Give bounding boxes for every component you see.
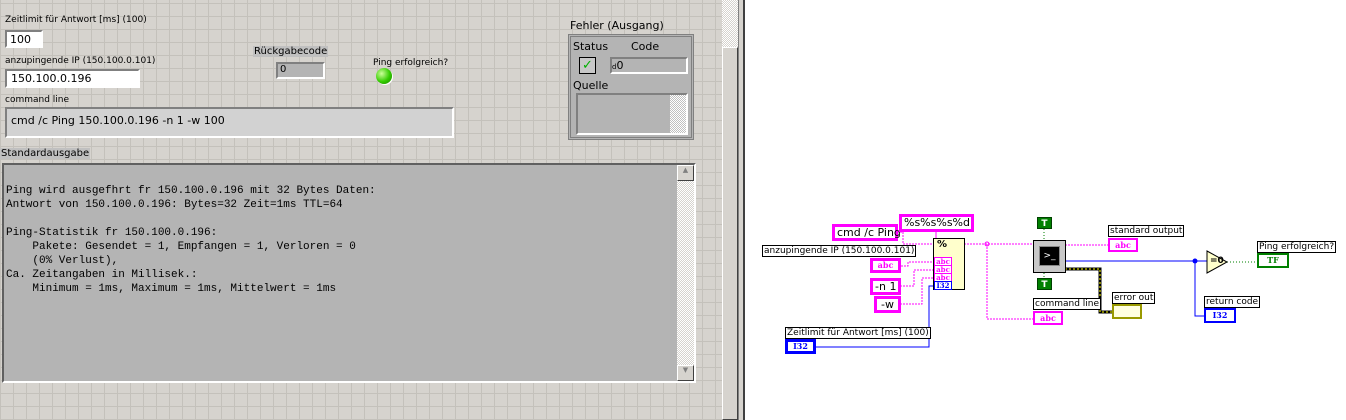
format-into-string-node[interactable]: % abc abc abc I32 <box>933 238 965 290</box>
return-terminal[interactable]: I32 <box>1204 308 1236 323</box>
wire-ip <box>901 261 933 267</box>
ip-diagram-label: anzupingende IP (150.100.0.101) <box>762 245 917 257</box>
error-out-terminal[interactable] <box>1112 304 1142 319</box>
w-constant[interactable]: -w <box>874 296 901 313</box>
wire-cmd <box>897 231 933 245</box>
timeout-terminal[interactable]: I32 <box>785 339 816 354</box>
return-diagram-label: return code <box>1204 296 1261 308</box>
cmdline-diagram-label: command line <box>1033 298 1102 310</box>
ping-diagram-label: Ping erfolgreich? <box>1257 241 1337 253</box>
cmdline-terminal[interactable]: abc <box>1033 311 1063 325</box>
format-icon: % <box>937 239 948 250</box>
wire-cmdline <box>964 243 1033 320</box>
timeout-diagram-label: Zeitlimit für Antwort [ms] (100) <box>785 327 931 339</box>
true-constant-top[interactable]: T <box>1037 217 1052 229</box>
equal-zero-label: =0 <box>1210 256 1224 266</box>
ping-terminal[interactable]: TF <box>1257 253 1289 268</box>
system-exec-node[interactable]: >_ <box>1033 240 1066 273</box>
wire-junction-int <box>1192 258 1198 264</box>
stdout-terminal[interactable]: abc <box>1108 238 1138 252</box>
n-constant[interactable]: -n 1 <box>870 278 901 295</box>
error-diagram-label: error out <box>1112 292 1156 304</box>
cmd-constant[interactable]: cmd /c Ping <box>832 224 901 241</box>
wires <box>816 229 1257 348</box>
format-constant[interactable]: %s%s%s%d <box>899 214 974 232</box>
terminal-icon: >_ <box>1039 246 1060 266</box>
stdout-diagram-label: standard output <box>1108 225 1185 237</box>
format-input-4: I32 <box>934 281 952 290</box>
wire-w <box>900 277 933 305</box>
ip-terminal[interactable]: abc <box>870 258 901 273</box>
true-constant-bottom[interactable]: T <box>1037 278 1052 290</box>
